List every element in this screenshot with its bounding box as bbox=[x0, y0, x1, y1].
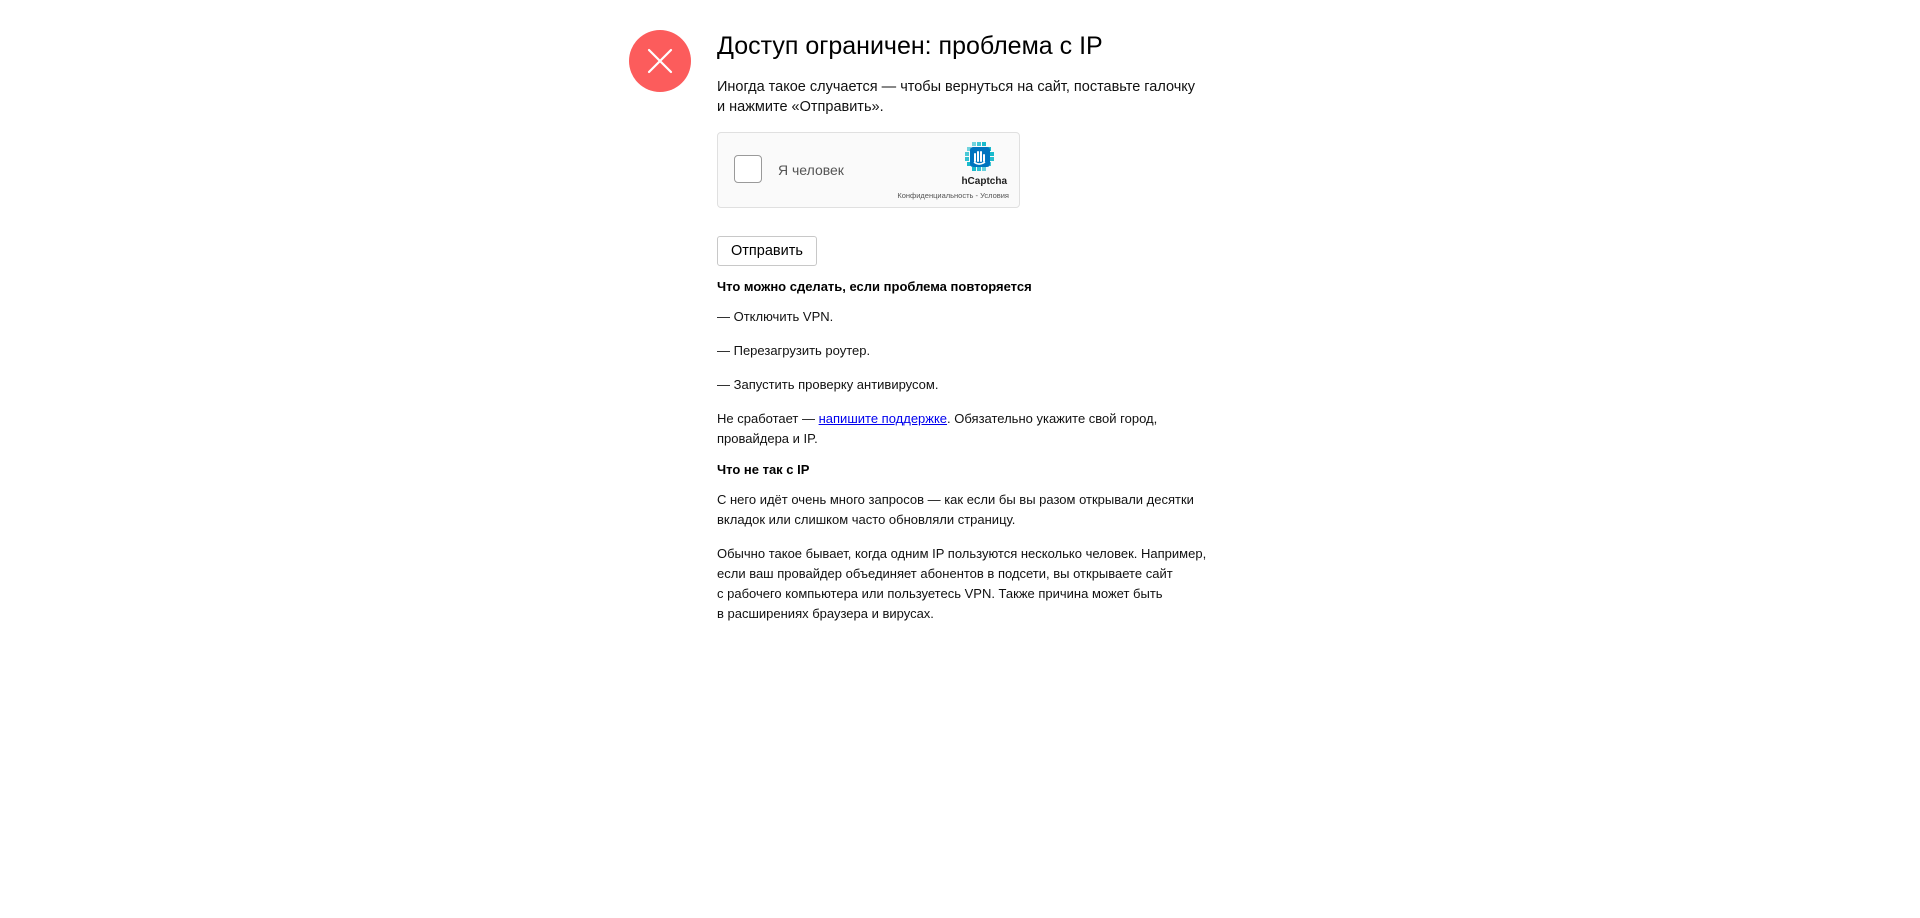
captcha-links: Конфиденциальность - Условия bbox=[897, 191, 1009, 200]
help-heading: Что можно сделать, если проблема повторя… bbox=[717, 279, 1032, 294]
fallback-suffix-line-2: провайдера и IP. bbox=[717, 431, 818, 446]
help-step: — Запустить проверку антивирусом. bbox=[717, 377, 939, 392]
captcha-brand: hCaptcha bbox=[961, 176, 1007, 187]
captcha-privacy-link[interactable]: Конфиденциальность bbox=[897, 191, 973, 200]
intro-line-1: Иногда такое случается — чтобы вернуться… bbox=[717, 79, 1196, 95]
hcaptcha-widget[interactable]: Я человек hCaptcha Конфиденциальность - … bbox=[717, 132, 1020, 208]
explain-p1-line-1: С него идёт очень много запросов — как е… bbox=[717, 492, 1194, 507]
support-fallback-text: Не сработает — напишите поддержке. Обяза… bbox=[717, 409, 1237, 449]
captcha-label: Я человек bbox=[778, 162, 844, 178]
intro-line-2: и нажмите «Отправить». bbox=[717, 99, 884, 115]
explain-paragraph-2: Обычно такое бывает, когда одним IP поль… bbox=[717, 544, 1237, 624]
explain-p1-line-2: вкладок или слишком часто обновляли стра… bbox=[717, 512, 1016, 527]
hcaptcha-logo-icon bbox=[963, 140, 997, 174]
explain-p2-line-3: с рабочего компьютера или пользуетесь VP… bbox=[717, 586, 1163, 601]
fallback-prefix: Не сработает — bbox=[717, 411, 819, 426]
help-step: — Отключить VPN. bbox=[717, 309, 834, 324]
error-x-icon bbox=[629, 30, 691, 92]
explain-p2-line-2: если ваш провайдер объединяет абонентов … bbox=[717, 566, 1173, 581]
explain-paragraph-1: С него идёт очень много запросов — как е… bbox=[717, 490, 1237, 530]
captcha-checkbox[interactable] bbox=[734, 155, 762, 183]
explain-heading: Что не так с IP bbox=[717, 462, 810, 477]
explain-p2-line-1: Обычно такое бывает, когда одним IP поль… bbox=[717, 546, 1207, 561]
support-link[interactable]: напишите поддержке bbox=[819, 411, 947, 426]
submit-button[interactable]: Отправить bbox=[717, 236, 817, 266]
fallback-suffix-line-1: . Обязательно укажите свой город, bbox=[947, 411, 1158, 426]
intro-text: Иногда такое случается — чтобы вернуться… bbox=[717, 77, 1237, 117]
main-content: Доступ ограничен: проблема с IP Иногда т… bbox=[717, 30, 1237, 624]
explain-p2-line-4: в расширениях браузера и вирусах. bbox=[717, 606, 934, 621]
help-step: — Перезагрузить роутер. bbox=[717, 343, 871, 358]
page-title: Доступ ограничен: проблема с IP bbox=[717, 32, 1103, 60]
captcha-terms-link[interactable]: Условия bbox=[980, 191, 1009, 200]
